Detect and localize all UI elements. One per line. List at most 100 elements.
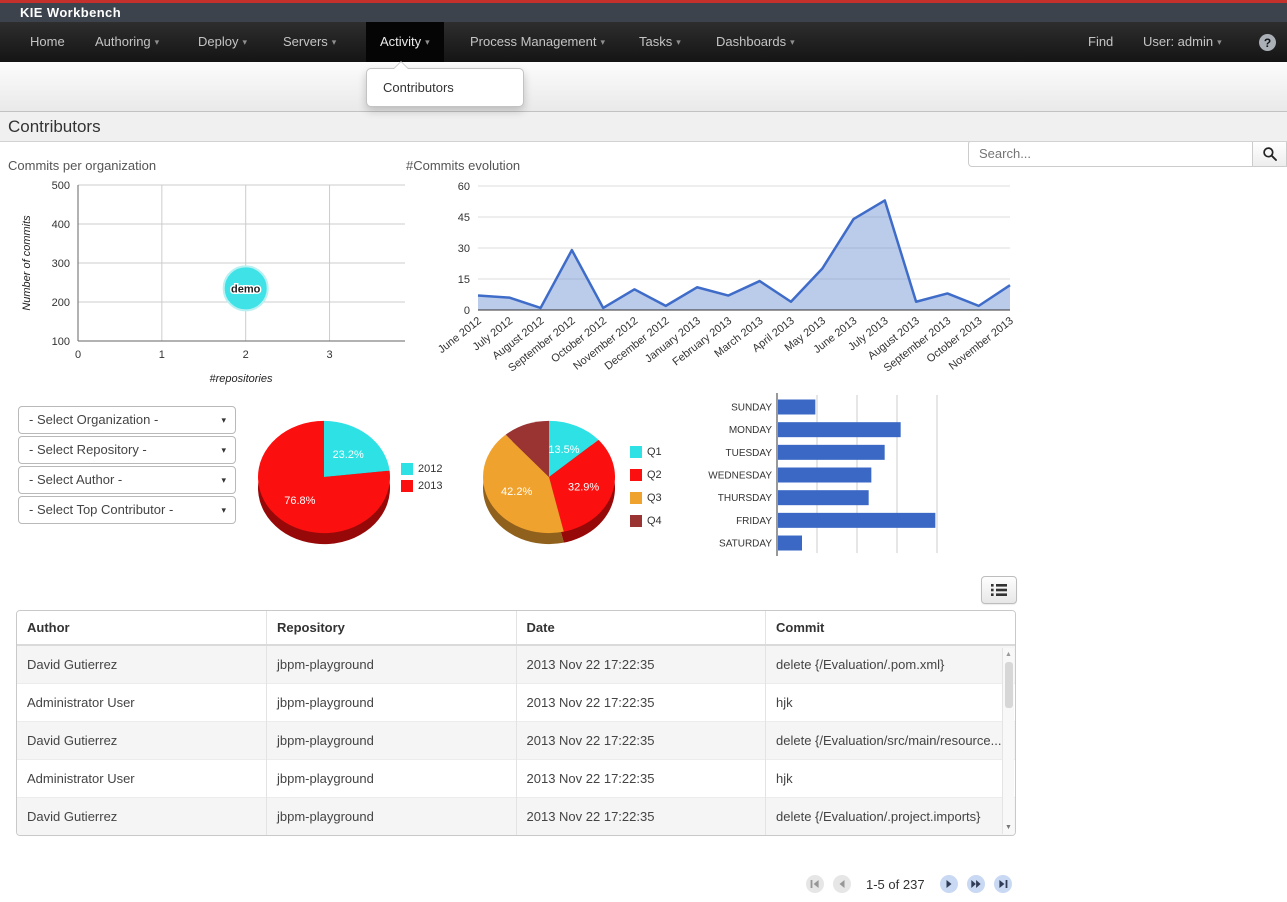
activity-dropdown-menu: Contributors: [366, 68, 524, 107]
caret-down-icon: ▾: [790, 37, 795, 47]
svg-text:TUESDAY: TUESDAY: [726, 448, 773, 459]
svg-text:MONDAY: MONDAY: [729, 425, 772, 436]
legend-item: Q2: [630, 467, 662, 482]
caret-down-icon: ▾: [1217, 37, 1222, 47]
select-author[interactable]: - Select Author -▾: [18, 466, 236, 494]
select-organization[interactable]: - Select Organization -▾: [18, 406, 236, 434]
svg-text:#repositories: #repositories: [210, 373, 273, 385]
table-row: David Gutierrezjbpm-playground2013 Nov 2…: [17, 645, 1015, 684]
help-icon[interactable]: ?: [1259, 34, 1276, 51]
bar-tuesday[interactable]: [778, 445, 885, 460]
legend-swatch: [401, 480, 413, 492]
select-top-contributor[interactable]: - Select Top Contributor -▾: [18, 496, 236, 524]
bar-sunday[interactable]: [778, 400, 815, 415]
legend-swatch: [630, 515, 642, 527]
menu-item-contributors[interactable]: Contributors: [367, 75, 523, 100]
svg-text:2: 2: [243, 349, 249, 361]
legend-swatch: [630, 446, 642, 458]
quarters-legend: Q1 Q2 Q3 Q4: [630, 444, 662, 536]
previous-page-button[interactable]: [833, 875, 851, 893]
svg-text:THURSDAY: THURSDAY: [718, 493, 773, 504]
svg-text:SATURDAY: SATURDAY: [719, 539, 772, 550]
nav-item-process-management[interactable]: Process Management▾: [470, 22, 605, 62]
table-row: David Gutierrezjbpm-playground2013 Nov 2…: [17, 722, 1015, 760]
user-menu[interactable]: User: admin▾: [1143, 22, 1222, 62]
nav-item-deploy[interactable]: Deploy▾: [198, 22, 247, 62]
legend-swatch: [401, 463, 413, 475]
column-header-repository[interactable]: Repository: [267, 611, 517, 645]
caret-down-icon: ▾: [242, 37, 247, 47]
commits-by-weekday-chart: SUNDAYMONDAYTUESDAYWEDNESDAYTHURSDAYFRID…: [700, 393, 1000, 561]
legend-item: Q1: [630, 444, 662, 459]
previous-page-icon: [836, 878, 848, 890]
legend-swatch: [630, 469, 642, 481]
search-button[interactable]: [1253, 140, 1287, 167]
svg-text:Number of commits: Number of commits: [21, 215, 33, 311]
table-row: Administrator Userjbpm-playground2013 No…: [17, 760, 1015, 798]
svg-text:400: 400: [52, 219, 70, 231]
first-page-icon: [809, 878, 821, 890]
pagination-label: 1-5 of 237: [866, 877, 925, 892]
nav-item-find[interactable]: Find: [1088, 22, 1113, 62]
bar-saturday[interactable]: [778, 536, 802, 551]
table-row: Administrator Userjbpm-playground2013 No…: [17, 684, 1015, 722]
svg-text:FRIDAY: FRIDAY: [736, 516, 772, 527]
page-title: Contributors: [0, 112, 1287, 141]
bar-wednesday[interactable]: [778, 468, 871, 483]
caret-down-icon: ▾: [676, 37, 681, 47]
svg-text:3: 3: [326, 349, 332, 361]
nav-item-activity[interactable]: Activity▾: [366, 22, 444, 62]
bar-monday[interactable]: [778, 422, 901, 437]
legend-item: 2012: [401, 461, 442, 476]
caret-down-icon: ▾: [600, 37, 605, 47]
nav-item-tasks[interactable]: Tasks▾: [639, 22, 681, 62]
next-page-icon: [943, 878, 955, 890]
pagination: 1-5 of 237: [806, 872, 1012, 896]
caret-down-icon: ▾: [221, 497, 226, 523]
svg-text:0: 0: [464, 305, 470, 317]
svg-text:200: 200: [52, 297, 70, 309]
select-repository[interactable]: - Select Repository -▾: [18, 436, 236, 464]
years-legend: 2012 2013: [401, 461, 442, 495]
column-header-date[interactable]: Date: [516, 611, 766, 645]
caret-down-icon: ▾: [221, 407, 226, 433]
nav-item-home[interactable]: Home: [30, 22, 65, 62]
nav-item-authoring[interactable]: Authoring▾: [95, 22, 159, 62]
scrollbar-thumb[interactable]: [1005, 662, 1013, 708]
nav-item-servers[interactable]: Servers▾: [283, 22, 336, 62]
kie-workbench-screen: KIE Workbench Home Authoring▾ Deploy▾ Se…: [0, 0, 1287, 902]
commits-evolution-chart: 015304560June 2012July 2012August 2012Se…: [400, 170, 1025, 382]
table-row: David Gutierrezjbpm-playground2013 Nov 2…: [17, 798, 1015, 836]
next-page-button[interactable]: [940, 875, 958, 893]
quarters-pie-chart: 13.5%32.9%42.2%: [475, 403, 625, 555]
fast-forward-icon: [970, 878, 982, 890]
search-input[interactable]: [968, 140, 1253, 167]
first-page-button[interactable]: [806, 875, 824, 893]
caret-down-icon: ▾: [221, 437, 226, 463]
caret-down-icon: ▾: [425, 37, 430, 47]
last-page-button[interactable]: [994, 875, 1012, 893]
column-header-commit[interactable]: Commit: [766, 611, 1016, 645]
years-pie-chart: 23.2%76.8%: [250, 403, 400, 555]
fast-forward-button[interactable]: [967, 875, 985, 893]
commits-table: Author Repository Date Commit David Guti…: [16, 610, 1016, 836]
legend-swatch: [630, 492, 642, 504]
scroll-up-icon[interactable]: ▲: [1003, 651, 1014, 658]
svg-text:300: 300: [52, 258, 70, 270]
svg-text:15: 15: [458, 274, 470, 286]
bar-friday[interactable]: [778, 513, 935, 528]
list-view-button[interactable]: [981, 576, 1017, 604]
table-scrollbar[interactable]: ▲ ▼: [1002, 648, 1014, 834]
scroll-down-icon[interactable]: ▼: [1003, 824, 1014, 831]
caret-down-icon: ▾: [332, 37, 337, 47]
svg-text:76.8%: 76.8%: [284, 495, 315, 507]
page-title-band: Contributors: [0, 112, 1287, 142]
svg-text:60: 60: [458, 181, 470, 193]
svg-text:100: 100: [52, 336, 70, 348]
nav-item-dashboards[interactable]: Dashboards▾: [716, 22, 795, 62]
svg-text:SUNDAY: SUNDAY: [731, 403, 772, 414]
app-brand: KIE Workbench: [20, 3, 121, 22]
bar-thursday[interactable]: [778, 490, 869, 505]
column-header-author[interactable]: Author: [17, 611, 267, 645]
commits-per-organization-chart: 0123100200300400500demo#repositoriesNumb…: [0, 170, 430, 400]
